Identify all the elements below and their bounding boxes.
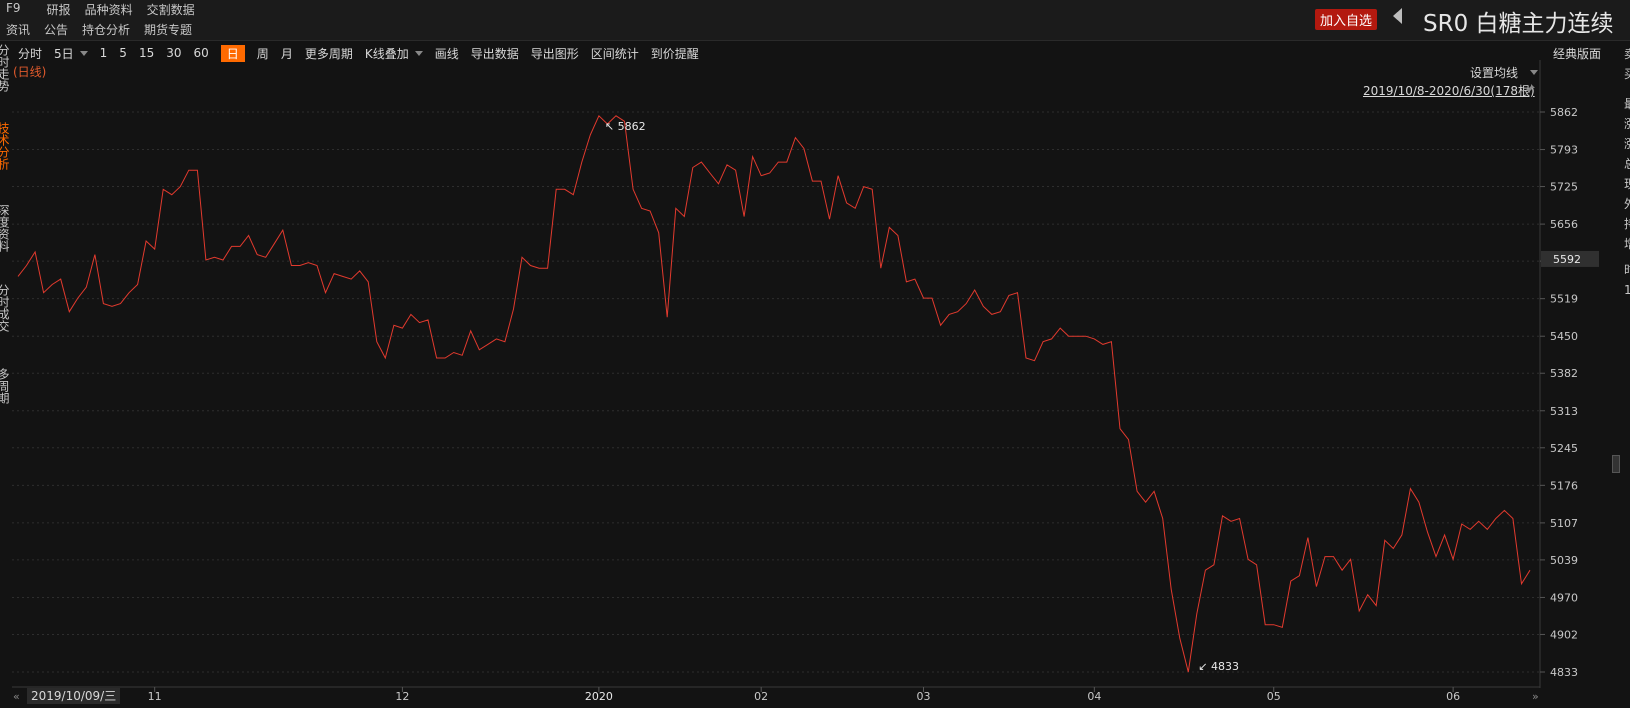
min-price-label: ↙ 4833 — [1198, 660, 1239, 673]
y-tick-label: 5656 — [1550, 218, 1578, 231]
x-tick-label: 05 — [1267, 690, 1281, 703]
y-tick-label: 5245 — [1550, 442, 1578, 455]
quote-row: 时 — [1624, 260, 1630, 280]
right-quote-panel: 卖 买 最 涨 涨 总 现 外 持 增 时 1 — [1620, 44, 1630, 676]
pin-icon[interactable] — [1526, 84, 1535, 93]
y-tick-label: 5382 — [1550, 367, 1578, 380]
start-date-label: 2019/10/09/三 — [27, 688, 121, 704]
ma-setting-button[interactable]: 设置均线 — [1470, 64, 1539, 81]
quote-row: 外 — [1624, 194, 1630, 214]
y-tick-label: 5039 — [1550, 554, 1578, 567]
quote-row: 最 — [1624, 94, 1630, 114]
y-tick-label: 5793 — [1550, 144, 1578, 157]
chevron-down-icon — [1530, 70, 1539, 75]
x-axis: 11 12 2020 02 03 04 05 06 — [148, 687, 1460, 703]
price-chart[interactable]: 5862579357255656558855195450538253135245… — [0, 0, 1630, 708]
y-tick-label: 4902 — [1550, 628, 1578, 641]
period-label: (日线) — [13, 65, 47, 79]
chart-grid — [12, 111, 1540, 673]
x-tick-label: 04 — [1087, 690, 1101, 703]
date-range-link[interactable]: 2019/10/8-2020/6/30(178根) — [1363, 82, 1535, 99]
y-tick-label: 5107 — [1550, 517, 1578, 530]
x-tick-label: 12 — [395, 690, 409, 703]
quote-row: 总 — [1624, 154, 1630, 174]
quote-row: 持 — [1624, 214, 1630, 234]
quote-row: 涨 — [1624, 114, 1630, 134]
y-tick-label: 5519 — [1550, 293, 1578, 306]
y-tick-label: 4833 — [1550, 666, 1578, 679]
y-tick-label: 5862 — [1550, 106, 1578, 119]
ma-setting-label: 设置均线 — [1470, 66, 1519, 80]
y-tick-label: 4970 — [1550, 591, 1578, 604]
y-tick-label: 5313 — [1550, 405, 1578, 418]
x-tick-label: 06 — [1446, 690, 1460, 703]
price-series-line — [17, 114, 1531, 673]
x-tick-label: 2020 — [585, 690, 613, 703]
current-price-tag: 5592 — [1541, 250, 1599, 267]
y-tick-label: 5176 — [1550, 479, 1578, 492]
y-axis: 5862579357255656558855195450538253135245… — [1540, 106, 1578, 679]
quote-row: 1 — [1624, 283, 1630, 297]
quote-row: 增 — [1624, 234, 1630, 254]
extreme-markers: ↖ 5862 ↙ 4833 — [605, 120, 1239, 673]
quote-row: 涨 — [1624, 134, 1630, 154]
scroll-left-icon[interactable]: « — [13, 690, 20, 703]
y-tick-label: 5450 — [1550, 330, 1578, 343]
x-tick-label: 02 — [754, 690, 768, 703]
y-tick-label: 5725 — [1550, 181, 1578, 194]
current-price-value: 5592 — [1553, 253, 1581, 266]
quote-row: 现 — [1624, 174, 1630, 194]
quote-row: 买 — [1624, 64, 1630, 84]
x-tick-label: 03 — [916, 690, 930, 703]
quote-row: 卖 — [1624, 44, 1630, 64]
max-price-label: ↖ 5862 — [605, 120, 646, 133]
panel-collapse-handle[interactable] — [1612, 455, 1620, 473]
x-tick-label: 11 — [148, 690, 162, 703]
scroll-right-icon[interactable]: » — [1532, 690, 1539, 703]
